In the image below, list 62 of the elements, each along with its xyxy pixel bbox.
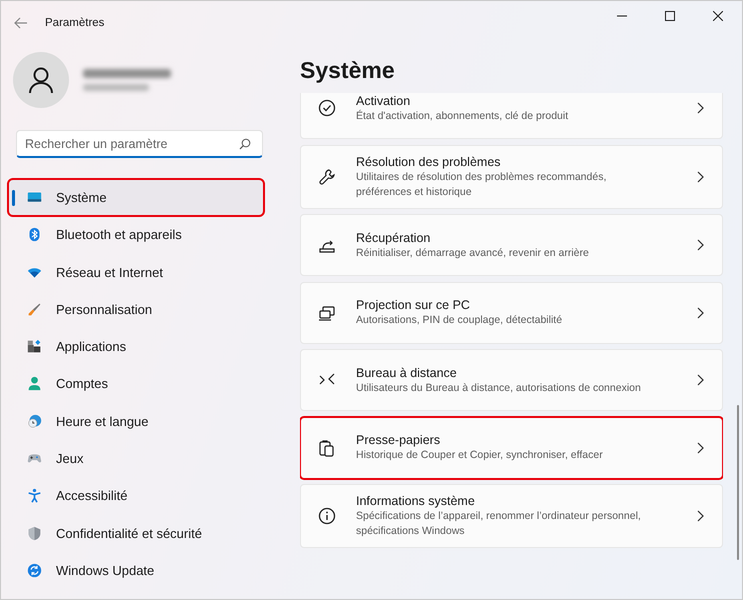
nav-item[interactable]: Personnalisation [9, 292, 263, 327]
card-title: Résolution des problèmes [356, 154, 502, 170]
close-icon [713, 11, 723, 21]
wrench-icon [318, 168, 336, 186]
info-icon [318, 507, 336, 525]
apps-icon [27, 339, 42, 354]
accessibility-icon [27, 488, 42, 504]
person-icon [27, 376, 42, 392]
settings-card[interactable]: Bureau à distance Utilisateurs du Bureau à distance, autorisations de connexion [300, 349, 723, 411]
shield-icon [27, 526, 42, 541]
maximize-icon [665, 11, 675, 21]
chevron-icon [696, 170, 704, 182]
card-title: Activation [356, 93, 412, 108]
chevron-icon [696, 442, 704, 454]
clock-globe-icon [27, 414, 42, 429]
check-circle-icon [318, 99, 336, 117]
back-arrow-icon [13, 14, 29, 30]
back-button[interactable] [13, 14, 29, 30]
card-title: Projection sur ce PC [356, 297, 471, 313]
card-description: Réinitialiser, démarrage avancé, revenir en arrière [356, 246, 590, 260]
card-title: Récupération [356, 230, 432, 246]
brush-icon [27, 302, 42, 317]
nav-item[interactable]: Accessibilité [9, 478, 263, 514]
chevron-icon [696, 510, 704, 522]
page-title: Système [300, 56, 396, 85]
settings-card[interactable]: Projection sur ce PC Autorisations, PIN de couplage, détectabilité [300, 282, 723, 344]
settings-card[interactable]: Activation État d'activation, abonnements, clé de produit [300, 93, 723, 139]
chevron-icon [696, 374, 704, 386]
settings-card[interactable]: Informations système Spécifications de l’appareil, renommer l’ordinateur personnel, spécifications Windows [300, 484, 723, 548]
nav-item[interactable]: Jeux [9, 441, 263, 476]
nav-item[interactable]: Applications [9, 329, 263, 364]
card-title: Bureau à distance [356, 364, 458, 380]
bluetooth-icon [27, 227, 42, 242]
search-field[interactable]: Rechercher un paramètre [16, 130, 263, 158]
card-title: Presse-papiers [356, 432, 442, 448]
search-icon [239, 138, 251, 150]
nav-item[interactable]: Windows Update [9, 552, 263, 588]
chevron-icon [696, 239, 704, 251]
clipboard-icon [318, 438, 336, 456]
window-title: Paramètres [45, 16, 104, 28]
settings-card[interactable]: Résolution des problèmes Utilitaires de résolution des problèmes recommandés, préférences et historique [300, 144, 723, 208]
settings-card[interactable]: Presse-papiers Historique de Couper et Copier, synchroniser, effacer [300, 416, 723, 478]
nav-item[interactable]: Confidentialité et sécurité [9, 516, 263, 551]
nav-item[interactable]: Réseau et Internet [9, 254, 263, 290]
card-title: Informations système [356, 493, 476, 509]
projection-icon [318, 304, 336, 322]
update-icon [27, 562, 42, 578]
card-description: Spécifications de l’appareil, renommer l’ordinateur personnel, spécifications Windows [356, 509, 642, 539]
nav-item[interactable]: Bluetooth et appareils [9, 217, 263, 252]
settings-card[interactable]: Récupération Réinitialiser, démarrage avancé, revenir en arrière [300, 214, 723, 276]
card-description: Autorisations, PIN de couplage, détectabilité [356, 313, 564, 328]
card-description: Historique de Couper et Copier, synchroniser, effacer [356, 448, 604, 463]
card-description: Utilitaires de résolution des problèmes recommandés, préférences et historique [356, 170, 608, 200]
chevron-icon [696, 102, 704, 114]
nav-item[interactable]: Comptes [9, 366, 263, 402]
nav-item[interactable]: Système [9, 180, 263, 215]
chevron-icon [696, 306, 704, 318]
scrollbar[interactable] [737, 405, 739, 560]
card-description: État d'activation, abonnements, clé de produit [356, 108, 570, 124]
selection-indicator [12, 190, 15, 206]
card-description: Utilisateurs du Bureau à distance, autorisations de connexion [356, 380, 642, 396]
nav-item[interactable]: Heure et langue [9, 404, 263, 439]
